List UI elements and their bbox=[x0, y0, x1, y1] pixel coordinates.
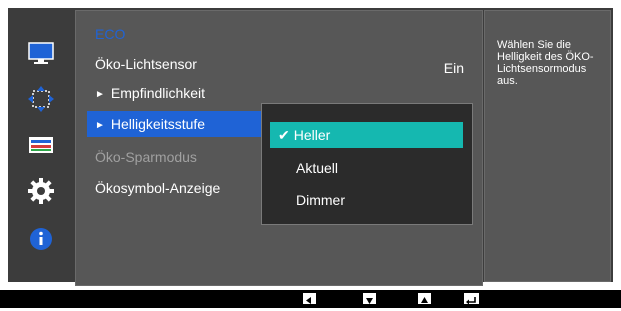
color-settings-icon[interactable] bbox=[26, 130, 56, 160]
menu-item-label: Empfindlichkeit bbox=[110, 85, 206, 101]
option-label: Heller bbox=[293, 127, 331, 143]
gear-icon[interactable] bbox=[26, 176, 56, 206]
menu-item-value: Ein bbox=[443, 60, 464, 76]
option-popup: ✔ Heller Aktuell Dimmer bbox=[261, 103, 473, 225]
menu-item-brightness-level[interactable]: ► Helligkeitsstufe bbox=[87, 111, 265, 137]
menu-item-label: Öko-Lichtsensor bbox=[95, 56, 197, 72]
enter-icon[interactable] bbox=[464, 293, 479, 305]
option-aktuell[interactable]: Aktuell bbox=[270, 155, 463, 181]
option-heller[interactable]: ✔ Heller bbox=[270, 122, 463, 148]
help-text: Wählen Sie die Helligkeit des ÖKO-Lichts… bbox=[497, 39, 594, 87]
option-dimmer[interactable]: Dimmer bbox=[270, 187, 463, 213]
submenu-arrow-icon: ► bbox=[95, 120, 105, 131]
option-label: Aktuell bbox=[296, 160, 339, 176]
menu-item-sensitivity[interactable]: ► Empfindlichkeit bbox=[95, 80, 205, 106]
menu-item-label: Helligkeitsstufe bbox=[110, 116, 206, 132]
left-arrow-icon[interactable] bbox=[303, 293, 316, 304]
sidebar bbox=[8, 8, 73, 282]
checkmark-icon: ✔ bbox=[278, 127, 290, 143]
submenu-arrow-icon: ► bbox=[95, 89, 105, 100]
option-label: Dimmer bbox=[296, 192, 345, 208]
section-title: ECO bbox=[95, 26, 126, 42]
help-panel: Wählen Sie die Helligkeit des ÖKO-Lichts… bbox=[484, 10, 611, 282]
monitor-icon[interactable] bbox=[26, 38, 56, 68]
move-arrows-icon[interactable] bbox=[26, 84, 56, 114]
menu-item-label: Ökosymbol-Anzeige bbox=[95, 180, 221, 196]
menu-item-label: Öko-Sparmodus bbox=[95, 149, 197, 165]
menu-item-eco-light-sensor[interactable]: Öko-Lichtsensor bbox=[95, 51, 197, 77]
bottom-button-bar bbox=[0, 290, 621, 308]
menu-item-eco-saving[interactable]: Öko-Sparmodus bbox=[95, 144, 197, 170]
down-arrow-icon[interactable] bbox=[363, 293, 376, 304]
up-arrow-icon[interactable] bbox=[418, 293, 431, 304]
settings-menu: ECO Öko-Lichtsensor Ein ► Empfindlichkeit… bbox=[75, 10, 483, 286]
info-icon[interactable] bbox=[26, 224, 56, 254]
menu-item-eco-icon-display[interactable]: Ökosymbol-Anzeige bbox=[95, 175, 220, 201]
